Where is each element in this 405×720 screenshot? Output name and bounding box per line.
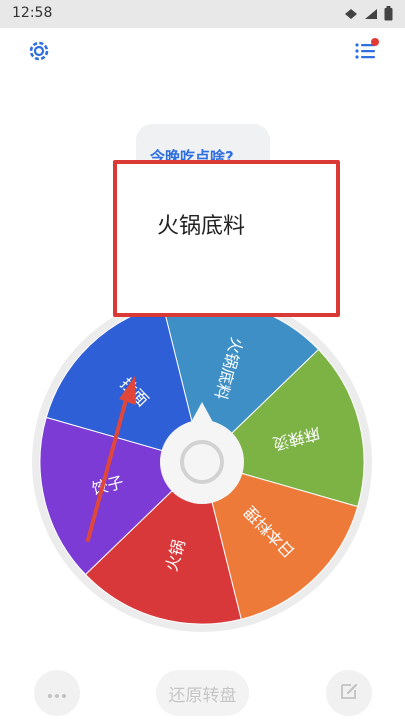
spin-button[interactable] [160,420,244,504]
edit-icon [339,681,359,705]
result-text: 火锅底料 [157,214,246,239]
spin-wheel[interactable]: 火锅底料麻辣烫日本料理火锅饺子拉面 [0,0,405,720]
reset-wheel-button[interactable]: 还原转盘 [156,670,249,716]
result-box: 火锅底料 [113,160,340,317]
more-dots-icon [47,684,67,703]
edit-button[interactable] [326,670,372,716]
more-button[interactable] [34,670,80,716]
